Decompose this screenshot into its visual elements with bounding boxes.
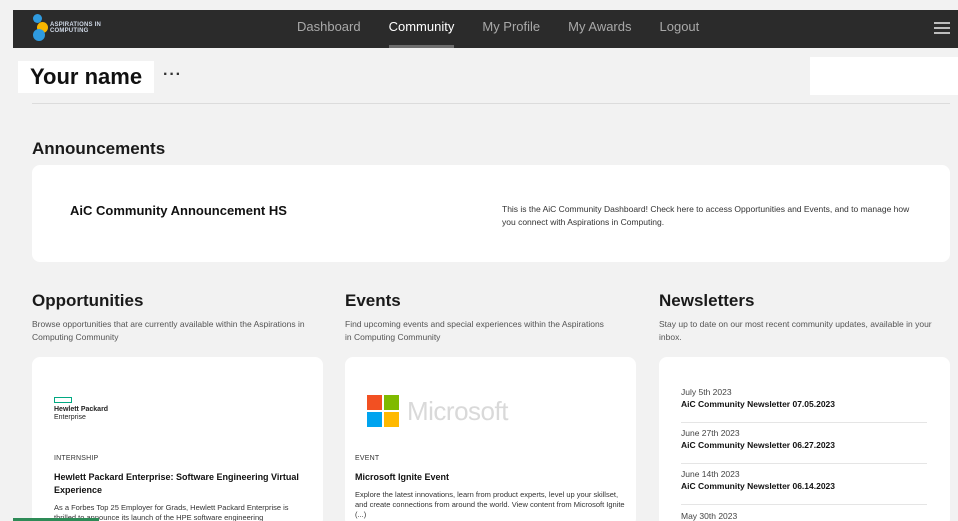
- newsletters-description: Stay up to date on our most recent commu…: [659, 319, 932, 342]
- logo-text: Aspirations in Computing: [50, 22, 102, 34]
- newsletters-card: July 5th 2023 AiC Community Newsletter 0…: [659, 357, 950, 521]
- newsletter-item[interactable]: May 30th 2023: [681, 511, 927, 521]
- announcement-title: AiC Community Announcement HS: [70, 203, 287, 218]
- nav-logout[interactable]: Logout: [660, 10, 700, 48]
- announcements-heading: Announcements: [32, 139, 166, 158]
- newsletter-item[interactable]: July 5th 2023 AiC Community Newsletter 0…: [681, 387, 927, 423]
- opportunity-title[interactable]: Hewlett Packard Enterprise: Software Eng…: [54, 471, 309, 497]
- event-title[interactable]: Microsoft Ignite Event: [355, 471, 625, 484]
- more-options-icon[interactable]: ···: [163, 66, 182, 84]
- hpe-logo-name: Hewlett Packard: [54, 406, 109, 413]
- event-tag: EVENT: [355, 455, 380, 462]
- newsletter-date: June 27th 2023: [681, 428, 740, 438]
- aic-logo[interactable]: Aspirations in Computing: [33, 14, 112, 42]
- microsoft-logo: Microsoft: [367, 395, 508, 427]
- main-nav: Dashboard Community My Profile My Awards…: [297, 10, 727, 48]
- opportunity-tag: INTERNSHIP: [54, 455, 99, 462]
- nav-dashboard[interactable]: Dashboard: [297, 10, 361, 48]
- nav-my-profile[interactable]: My Profile: [482, 10, 540, 48]
- announcement-text: This is the AiC Community Dashboard! Che…: [502, 204, 910, 227]
- section-divider: [32, 103, 950, 104]
- event-card[interactable]: Microsoft EVENT Microsoft Ignite Event E…: [345, 357, 636, 521]
- microsoft-logo-word: Microsoft: [407, 395, 508, 426]
- hpe-logo-sub: Enterprise: [54, 414, 86, 421]
- aic-logo-icon: [33, 14, 48, 42]
- microsoft-logo-icon: [367, 395, 399, 427]
- newsletter-title[interactable]: AiC Community Newsletter 06.14.2023: [681, 480, 927, 492]
- events-heading: Events: [345, 291, 401, 310]
- newsletter-title[interactable]: AiC Community Newsletter 06.27.2023: [681, 439, 927, 451]
- newsletter-item[interactable]: June 27th 2023 AiC Community Newsletter …: [681, 428, 927, 464]
- opportunities-description: Browse opportunities that are currently …: [32, 319, 305, 342]
- profile-name: Your name: [18, 61, 155, 93]
- newsletter-title[interactable]: AiC Community Newsletter 07.05.2023: [681, 398, 927, 410]
- newsletters-heading: Newsletters: [659, 291, 755, 310]
- event-description: Explore the latest innovations, learn fr…: [355, 490, 625, 519]
- events-description: Find upcoming events and special experie…: [345, 319, 604, 342]
- hpe-logo-icon: [54, 397, 72, 403]
- newsletter-date: May 30th 2023: [681, 511, 738, 521]
- opportunities-heading: Opportunities: [32, 291, 144, 310]
- nav-my-awards[interactable]: My Awards: [568, 10, 631, 48]
- newsletter-item[interactable]: June 14th 2023 AiC Community Newsletter …: [681, 469, 927, 505]
- announcement-card[interactable]: AiC Community Announcement HS This is th…: [32, 165, 950, 262]
- profile-side-panel: [810, 57, 958, 95]
- top-nav-bar: Aspirations in Computing Dashboard Commu…: [13, 10, 958, 48]
- hamburger-menu-icon[interactable]: [934, 22, 950, 35]
- nav-community[interactable]: Community: [388, 10, 454, 48]
- hpe-logo: Hewlett Packard Enterprise: [54, 397, 108, 422]
- newsletter-date: June 14th 2023: [681, 469, 740, 479]
- opportunity-card[interactable]: Hewlett Packard Enterprise INTERNSHIP He…: [32, 357, 323, 521]
- newsletter-date: July 5th 2023: [681, 387, 732, 397]
